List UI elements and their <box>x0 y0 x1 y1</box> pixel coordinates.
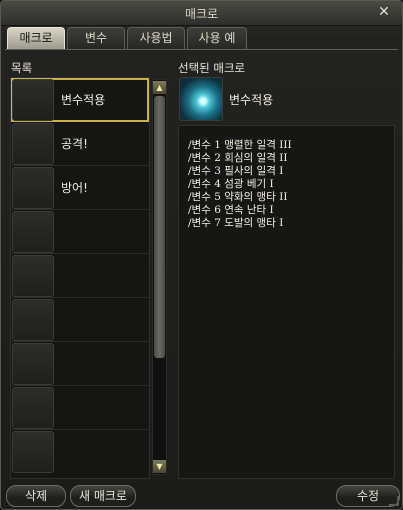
list-label: 목록 <box>11 61 33 75</box>
tab-macro[interactable]: 매크로 <box>7 27 65 49</box>
tab-variables[interactable]: 변수 <box>67 27 125 49</box>
macro-editor[interactable]: /변수 1 맹렬한 일격 III /변수 2 회심의 일격 II /변수 3 필… <box>178 125 395 479</box>
empty-slot <box>12 343 54 385</box>
empty-slot <box>12 255 54 297</box>
list-item-name: 공격! <box>61 137 88 151</box>
scroll-thumb[interactable] <box>154 96 165 358</box>
scroll-up-icon[interactable]: ▲ <box>153 81 166 94</box>
wind-swirl-icon <box>12 79 54 121</box>
list-item-empty[interactable] <box>11 210 149 254</box>
list-item-empty[interactable] <box>11 298 149 342</box>
list-item-empty[interactable] <box>11 430 149 473</box>
tab-usage[interactable]: 사용법 <box>127 27 185 49</box>
tab-divider <box>5 49 398 50</box>
selected-macro-name: 변수적용 <box>229 93 274 107</box>
list-item-name: 변수적용 <box>61 93 106 107</box>
empty-slot <box>12 431 54 473</box>
resize-grip[interactable] <box>389 496 399 506</box>
tab-examples[interactable]: 사용 예 <box>187 27 247 49</box>
empty-slot <box>12 299 54 341</box>
delete-button[interactable]: 삭제 <box>6 485 66 507</box>
empty-slot <box>12 387 54 429</box>
window-title: 매크로 <box>184 7 219 21</box>
list-item-empty[interactable] <box>11 254 149 298</box>
list-item-macro-1[interactable]: 변수적용 <box>11 78 149 122</box>
selected-macro-label: 선택된 매크로 <box>178 61 246 75</box>
burst-attack-icon <box>12 123 54 165</box>
macro-line: /변수 7 도발의 맹타 I <box>188 217 284 229</box>
close-icon[interactable]: ✕ <box>376 4 392 20</box>
macro-window: 매크로 ✕ 매크로 변수 사용법 사용 예 목록 변수적용 공격! 방어! ▲ … <box>0 0 403 510</box>
scroll-down-icon[interactable]: ▼ <box>153 460 166 473</box>
shield-wave-icon <box>12 167 54 209</box>
list-item-empty[interactable] <box>11 342 149 386</box>
title-bar[interactable]: 매크로 ✕ <box>1 1 402 26</box>
empty-slot <box>12 211 54 253</box>
new-macro-button[interactable]: 새 매크로 <box>70 485 136 507</box>
macro-list: 변수적용 공격! 방어! <box>10 77 150 479</box>
list-scrollbar[interactable]: ▲ ▼ <box>152 79 167 475</box>
list-item-macro-2[interactable]: 공격! <box>11 122 149 166</box>
list-item-name: 방어! <box>61 181 88 195</box>
wind-swirl-icon <box>179 77 223 121</box>
list-item-macro-3[interactable]: 방어! <box>11 166 149 210</box>
list-item-empty[interactable] <box>11 386 149 430</box>
tab-bar: 매크로 변수 사용법 사용 예 <box>7 27 399 49</box>
